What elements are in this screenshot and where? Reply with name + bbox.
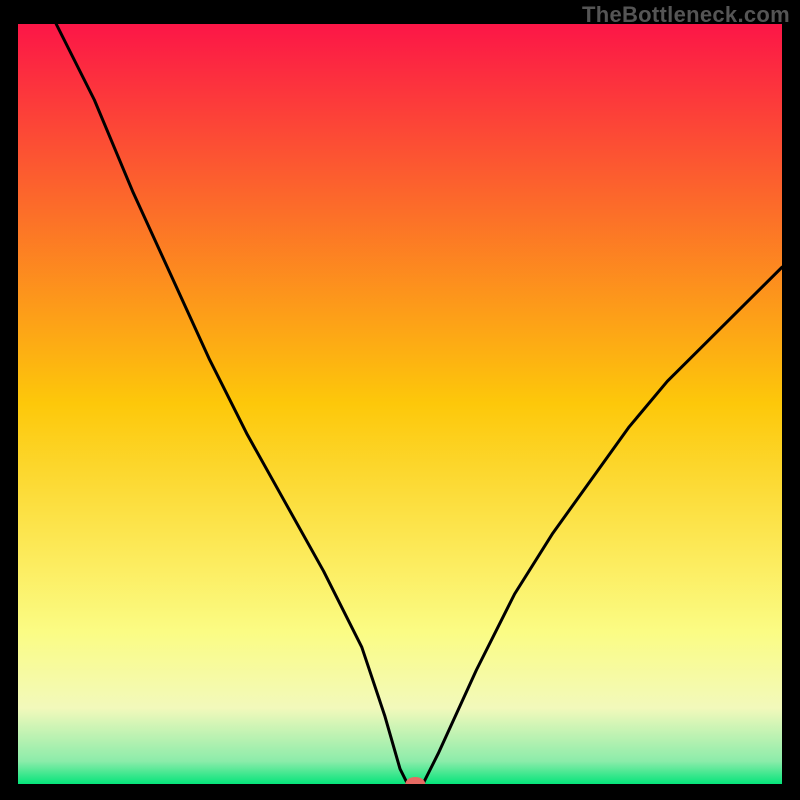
chart-svg xyxy=(18,24,782,784)
chart-plot xyxy=(18,24,782,784)
chart-background xyxy=(18,24,782,784)
chart-frame: TheBottleneck.com xyxy=(0,0,800,800)
